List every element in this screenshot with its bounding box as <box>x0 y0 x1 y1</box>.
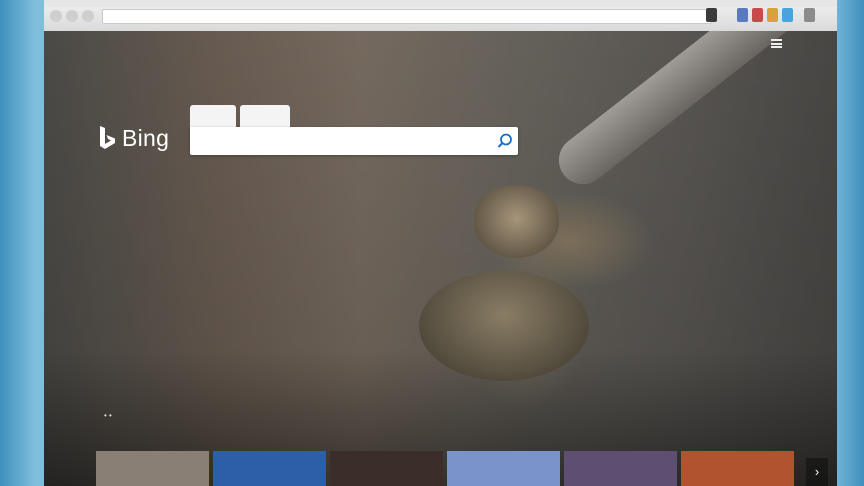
search-input[interactable] <box>196 132 490 152</box>
carousel-next-button[interactable]: › <box>806 458 828 486</box>
news-card-thumbnail <box>96 451 209 486</box>
image-info-dots[interactable]: • • <box>104 411 112 420</box>
browser-menu-icon[interactable] <box>804 8 815 22</box>
news-card[interactable] <box>330 434 443 486</box>
hamburger-menu-icon[interactable] <box>771 39 782 48</box>
hero-image-cat-head <box>474 186 559 258</box>
forward-button[interactable] <box>66 10 78 22</box>
news-card-thumbnail <box>681 451 794 486</box>
extension-icon[interactable] <box>737 8 748 22</box>
news-card-thumbnail <box>213 451 326 486</box>
search-box <box>190 127 518 155</box>
search-tab[interactable] <box>190 105 236 127</box>
browser-window: Bing • • › <box>44 0 837 486</box>
hero-image-cat <box>419 271 589 381</box>
bing-b-icon <box>100 126 115 149</box>
news-card-thumbnail <box>564 451 677 486</box>
news-card[interactable] <box>96 434 209 486</box>
news-card[interactable] <box>213 434 326 486</box>
news-carousel <box>96 434 796 486</box>
extension-icon[interactable] <box>706 8 717 22</box>
tab-strip <box>44 0 837 7</box>
bing-wordmark: Bing <box>122 125 170 151</box>
address-bar[interactable] <box>102 9 712 24</box>
top-navigation <box>44 31 837 57</box>
search-icon[interactable] <box>496 132 514 150</box>
news-card[interactable] <box>447 434 560 486</box>
back-button[interactable] <box>50 10 62 22</box>
news-card-thumbnail <box>330 451 443 486</box>
news-card-thumbnail <box>447 451 560 486</box>
search-tab[interactable] <box>240 105 290 127</box>
extension-icon[interactable] <box>752 8 763 22</box>
browser-toolbar <box>44 0 837 32</box>
extension-icon[interactable] <box>767 8 778 22</box>
news-card[interactable] <box>681 434 794 486</box>
refresh-button[interactable] <box>82 10 94 22</box>
extension-icon[interactable] <box>782 8 793 22</box>
bing-homepage: Bing • • › <box>44 31 837 486</box>
news-card[interactable] <box>564 434 677 486</box>
